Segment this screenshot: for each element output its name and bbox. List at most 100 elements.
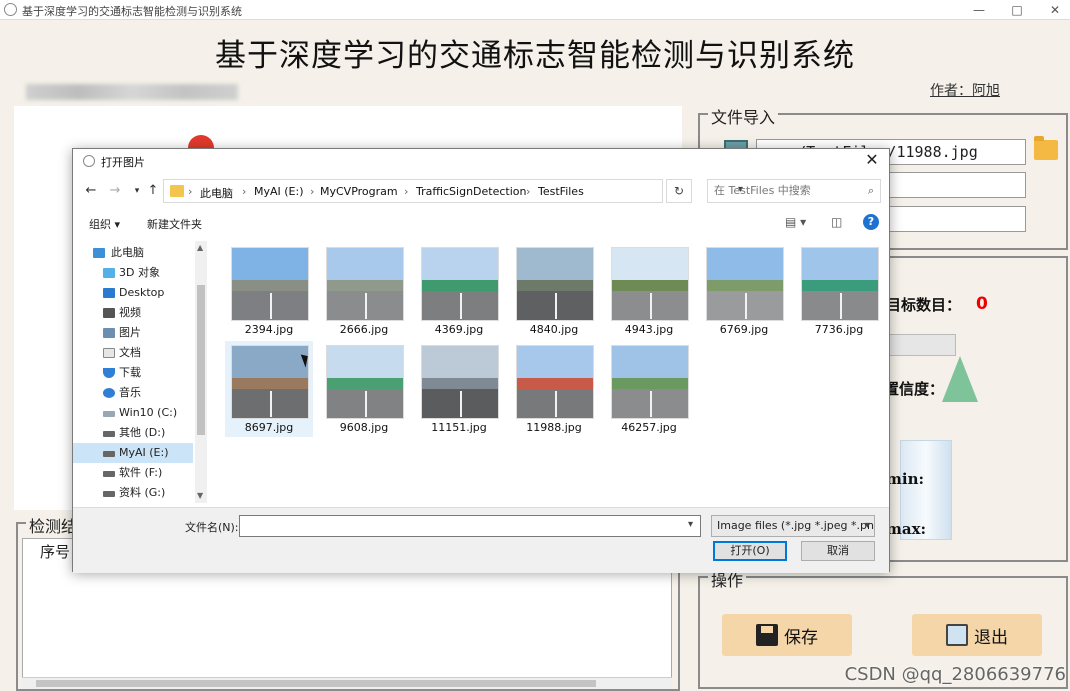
cancel-button[interactable]: 取消 xyxy=(801,541,875,561)
nav-item-desktop[interactable]: Desktop xyxy=(73,283,193,303)
drive-icon xyxy=(103,451,115,457)
blurred-text xyxy=(26,84,238,100)
file-item[interactable]: 46257.jpg xyxy=(605,341,693,437)
open-folder-icon[interactable] xyxy=(1034,136,1058,160)
file-item[interactable]: 6769.jpg xyxy=(700,243,788,339)
save-icon xyxy=(756,624,778,646)
file-item[interactable]: 4840.jpg xyxy=(510,243,598,339)
help-icon[interactable]: ? xyxy=(863,214,879,230)
file-item[interactable]: 11988.jpg xyxy=(510,341,598,437)
organize-button[interactable]: 组织 ▾ xyxy=(89,216,120,232)
nav-item-3d-objects[interactable]: 3D 对象 xyxy=(73,263,193,283)
drive-icon xyxy=(103,411,115,417)
nav-pane-scrollbar[interactable]: ▲ ▼ xyxy=(195,241,207,503)
breadcrumb-trafficsigndetection[interactable]: TrafficSignDetection xyxy=(416,185,526,198)
dialog-close-button[interactable]: ✕ xyxy=(863,151,881,169)
file-item[interactable]: 8697.jpg xyxy=(225,341,313,437)
new-folder-button[interactable]: 新建文件夹 xyxy=(147,216,202,232)
image-thumbnail xyxy=(611,247,689,321)
nav-item-this-pc[interactable]: 此电脑 xyxy=(73,243,193,263)
breadcrumb-drive[interactable]: MyAI (E:) xyxy=(254,185,304,198)
file-import-title: 文件导入 xyxy=(708,104,779,128)
file-item[interactable]: 7736.jpg xyxy=(795,243,883,339)
drive-icon xyxy=(103,431,115,437)
computer-icon xyxy=(93,248,105,258)
save-button[interactable]: 保存 xyxy=(722,614,852,656)
file-name: 2394.jpg xyxy=(244,323,294,336)
nav-item-label: 下载 xyxy=(119,366,141,379)
nav-item-label: 软件 (F:) xyxy=(119,466,163,479)
target-select[interactable] xyxy=(880,334,956,356)
nav-item-drive-f[interactable]: 软件 (F:) xyxy=(73,463,193,483)
documents-icon xyxy=(103,348,115,358)
close-window-button[interactable]: ✕ xyxy=(1036,0,1070,20)
breadcrumb-mycvprogram[interactable]: MyCVProgram xyxy=(320,185,398,198)
preview-pane-icon[interactable]: ◫ xyxy=(831,215,842,229)
recent-dropdown-icon[interactable]: ▾ xyxy=(129,183,145,199)
download-icon xyxy=(103,368,115,378)
breadcrumb-this-pc[interactable]: 此电脑 xyxy=(200,185,233,201)
column-header-index[interactable]: 序号 xyxy=(40,541,70,562)
exit-button-label: 退出 xyxy=(974,627,1008,648)
ymax-label: max: xyxy=(886,520,927,538)
chevron-right-icon: › xyxy=(526,185,531,198)
image-thumbnail xyxy=(231,247,309,321)
chevron-right-icon: › xyxy=(242,185,247,198)
file-item[interactable]: 11151.jpg xyxy=(415,341,503,437)
music-icon xyxy=(103,388,115,398)
file-type-filter[interactable]: Image files (*.jpg *.jpeg *.pn ▾ xyxy=(711,515,875,537)
image-thumbnail xyxy=(421,247,499,321)
nav-item-videos[interactable]: 视频 xyxy=(73,303,193,323)
file-item[interactable]: 2666.jpg xyxy=(320,243,408,339)
filename-input[interactable] xyxy=(239,515,701,537)
file-name: 46257.jpg xyxy=(621,421,677,434)
image-thumbnail xyxy=(516,247,594,321)
open-button[interactable]: 打开(O) xyxy=(713,541,787,561)
scroll-up-icon[interactable]: ▲ xyxy=(197,243,203,252)
folder-icon xyxy=(170,185,184,197)
search-icon: ⌕ xyxy=(867,184,874,197)
file-item[interactable]: 9608.jpg xyxy=(320,341,408,437)
file-name: 8697.jpg xyxy=(244,421,294,434)
nav-item-pictures[interactable]: 图片 xyxy=(73,323,193,343)
forward-arrow-icon[interactable]: → xyxy=(107,183,123,199)
scroll-thumb[interactable] xyxy=(36,680,596,687)
3d-objects-icon xyxy=(103,268,115,278)
nav-item-drive-c[interactable]: Win10 (C:) xyxy=(73,403,193,423)
up-arrow-icon[interactable]: ↑ xyxy=(145,183,161,199)
image-thumbnail xyxy=(611,345,689,419)
maximize-button[interactable]: □ xyxy=(998,0,1036,20)
chevron-down-icon[interactable]: ▾ xyxy=(688,519,693,530)
scroll-thumb[interactable] xyxy=(197,285,205,435)
nav-item-documents[interactable]: 文档 xyxy=(73,343,193,363)
refresh-button[interactable]: ↻ xyxy=(666,179,692,203)
breadcrumb-testfiles[interactable]: TestFiles xyxy=(538,185,584,198)
scroll-down-icon[interactable]: ▼ xyxy=(197,491,203,500)
dialog-titlebar: 打开图片 ✕ xyxy=(73,149,889,173)
view-options-icon[interactable]: ▤ ▾ xyxy=(785,215,806,229)
drive-icon xyxy=(103,471,115,477)
search-placeholder: 在 TestFiles 中搜索 xyxy=(714,184,811,197)
nav-item-drive-g[interactable]: 资料 (G:) xyxy=(73,483,193,503)
drive-icon xyxy=(103,491,115,497)
file-item[interactable]: 2394.jpg xyxy=(225,243,313,339)
chevron-right-icon: › xyxy=(310,185,315,198)
nav-item-drive-d[interactable]: 其他 (D:) xyxy=(73,423,193,443)
file-name: 6769.jpg xyxy=(719,323,769,336)
app-titlebar: 基于深度学习的交通标志智能检测与识别系统 — □ ✕ xyxy=(0,0,1070,20)
file-item[interactable]: 4369.jpg xyxy=(415,243,503,339)
exit-button[interactable]: 退出 xyxy=(912,614,1042,656)
open-image-dialog: 打开图片 ✕ ← → ▾ ↑ › 此电脑 › MyAI (E:) › MyCVP… xyxy=(72,148,890,573)
file-item[interactable]: 4943.jpg xyxy=(605,243,693,339)
image-thumbnail xyxy=(801,247,879,321)
search-input[interactable]: 在 TestFiles 中搜索 ⌕ xyxy=(707,179,881,203)
nav-item-music[interactable]: 音乐 xyxy=(73,383,193,403)
address-bar[interactable]: › 此电脑 › MyAI (E:) › MyCVProgram › Traffi… xyxy=(163,179,743,203)
minimize-button[interactable]: — xyxy=(960,0,998,20)
file-name: 11988.jpg xyxy=(526,421,582,434)
back-arrow-icon[interactable]: ← xyxy=(83,183,99,199)
video-icon xyxy=(103,308,115,318)
nav-item-drive-e[interactable]: MyAI (E:) xyxy=(73,443,193,463)
nav-item-downloads[interactable]: 下载 xyxy=(73,363,193,383)
results-horizontal-scrollbar[interactable] xyxy=(22,677,672,689)
